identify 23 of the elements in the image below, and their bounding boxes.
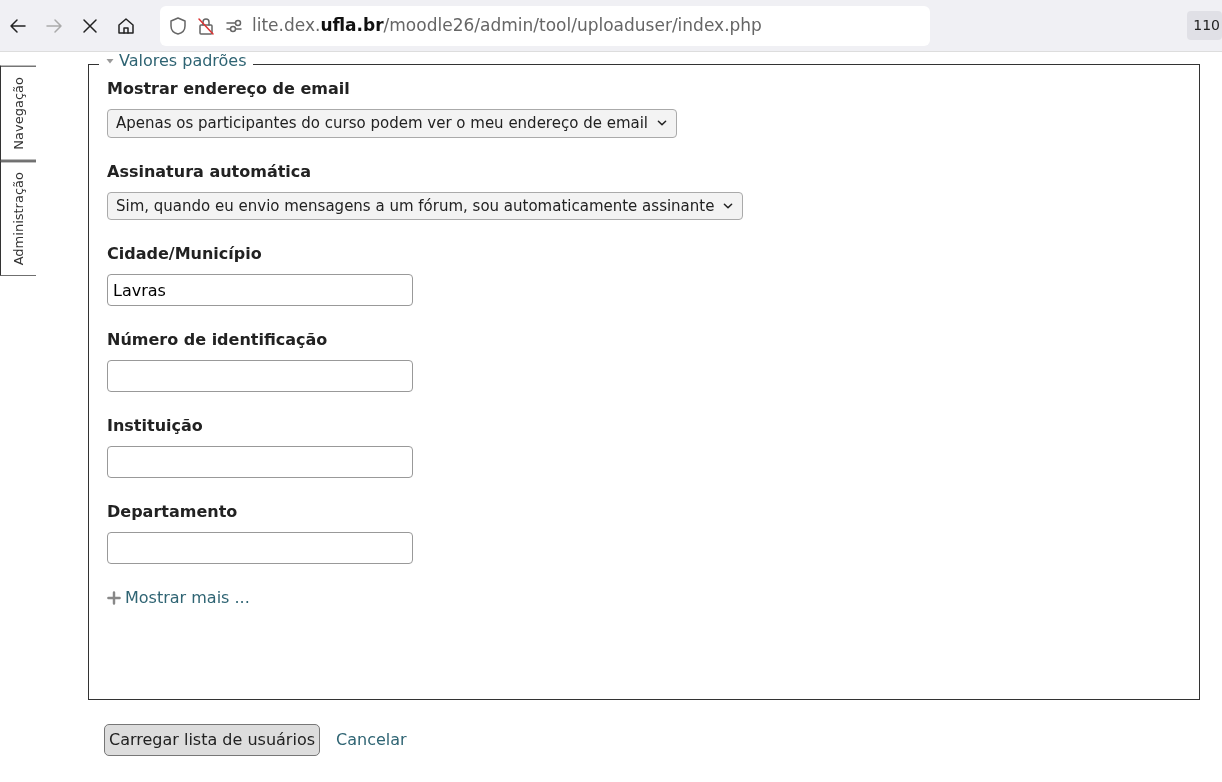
input-field[interactable]: Lavras: [107, 274, 413, 306]
sidebar-tab[interactable]: Navegação: [0, 66, 36, 161]
field-label: Assinatura automática: [107, 160, 313, 183]
show-more-link[interactable]: Mostrar mais ...: [125, 586, 250, 610]
zoom-level[interactable]: 110: [1187, 11, 1222, 40]
field-label: Departamento: [107, 501, 239, 523]
field-label: Mostrar endereço de email: [107, 78, 351, 100]
sidebar-tab[interactable]: Administração: [0, 160, 36, 275]
field-label: Instituição: [107, 415, 204, 437]
input-field[interactable]: [107, 360, 413, 392]
legend-toggle[interactable]: Valores padrões: [99, 53, 253, 69]
input-field[interactable]: [107, 446, 413, 478]
upload-users-button[interactable]: Carregar lista de usuários: [104, 724, 320, 756]
input-field[interactable]: [107, 532, 413, 564]
cancel-link[interactable]: Cancelar: [336, 728, 407, 752]
home-icon[interactable]: [116, 15, 136, 36]
shield-icon[interactable]: [168, 15, 188, 36]
dropdown[interactable]: Apenas os participantes do curso podem ver o meu endereço de email: [107, 109, 678, 138]
dropdown[interactable]: Sim, quando eu envio mensagens a um fórum, sou automaticamente assinante: [107, 191, 744, 220]
lock-icon[interactable]: [196, 15, 216, 36]
plus-icon: [107, 591, 121, 605]
field-label: Cidade/Município: [107, 243, 263, 265]
field-label: Número de identificação: [107, 329, 329, 351]
